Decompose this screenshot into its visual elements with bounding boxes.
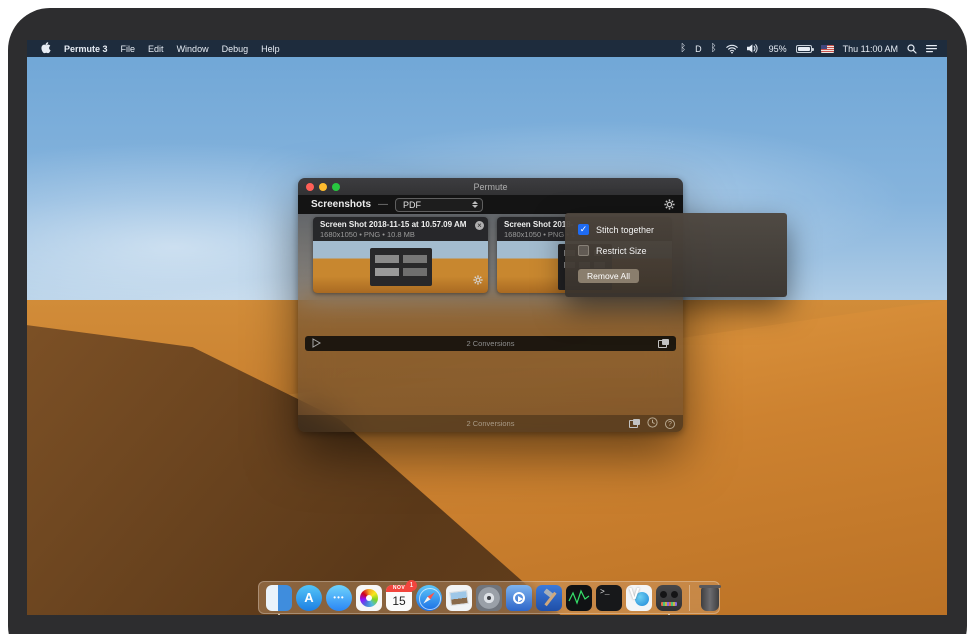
- dock-separator: [689, 585, 690, 611]
- dock-quicktime-icon[interactable]: [505, 584, 533, 612]
- file-thumbnail: [313, 241, 488, 293]
- window-title: Permute: [298, 182, 683, 192]
- preset-separator: —: [378, 199, 388, 210]
- calendar-day: 15: [386, 592, 412, 610]
- spotlight-icon[interactable]: [907, 44, 917, 54]
- popup-arrows-icon: [472, 201, 478, 208]
- restrict-size-option[interactable]: Restrict Size: [578, 245, 774, 256]
- file-card-1[interactable]: Screen Shot 2018-11-15 at 10.57.09 AM 16…: [313, 217, 488, 293]
- desktop: Permute 3 File Edit Window Debug Help ᛒ …: [27, 40, 947, 615]
- queue-count-label: 2 Conversions: [305, 339, 676, 348]
- bluetooth-icon[interactable]: ᛒ: [680, 44, 686, 54]
- bluetooth-icon-2[interactable]: ᛒ: [711, 44, 717, 54]
- window-titlebar[interactable]: Permute: [298, 178, 683, 195]
- dock-messages-icon[interactable]: •••: [325, 584, 353, 612]
- remove-all-button[interactable]: Remove All: [578, 269, 639, 283]
- preset-label: Screenshots: [311, 199, 371, 210]
- dock-safari-icon[interactable]: [415, 584, 443, 612]
- dock: A ••• NOV 15 1 >_: [258, 581, 720, 614]
- option-label: Restrict Size: [596, 246, 647, 256]
- apple-menu-icon[interactable]: [40, 41, 51, 56]
- dock-downie-icon[interactable]: V: [625, 584, 653, 612]
- window-statusbar: 2 Conversions ?: [298, 415, 683, 432]
- menu-file[interactable]: File: [121, 44, 136, 54]
- input-source-flag-icon[interactable]: [821, 45, 834, 53]
- remove-file-icon[interactable]: ×: [475, 221, 484, 230]
- settings-popover: ✓ Stitch together Restrict Size Remove A…: [565, 213, 787, 297]
- dock-calendar-icon[interactable]: NOV 15 1: [385, 584, 413, 612]
- option-label: Stitch together: [596, 225, 654, 235]
- dock-xcode-icon[interactable]: [535, 584, 563, 612]
- calendar-badge: 1: [406, 580, 417, 591]
- d-app-menu-icon[interactable]: D: [695, 44, 702, 54]
- dock-trash-icon[interactable]: [696, 584, 724, 612]
- stitch-icon[interactable]: [629, 419, 640, 428]
- format-popup-value: PDF: [403, 200, 421, 210]
- menu-window[interactable]: Window: [177, 44, 209, 54]
- dock-permute-icon[interactable]: [655, 584, 683, 612]
- file-meta: 1680x1050 • PNG • 10.8 MB: [320, 230, 472, 239]
- help-icon[interactable]: ?: [665, 419, 675, 429]
- dock-preview-icon[interactable]: [445, 584, 473, 612]
- file-title: Screen Shot 2018-11-15 at 10.57.09 AM: [320, 220, 472, 229]
- menubar-clock[interactable]: Thu 11:00 AM: [843, 44, 898, 54]
- active-app-menu[interactable]: Permute 3: [64, 44, 108, 54]
- menu-bar: Permute 3 File Edit Window Debug Help ᛒ …: [27, 40, 947, 57]
- notification-center-icon[interactable]: [926, 44, 937, 53]
- conversion-queue-bar: 2 Conversions: [305, 336, 676, 351]
- stitch-together-option[interactable]: ✓ Stitch together: [578, 224, 774, 235]
- format-popup-button[interactable]: PDF: [395, 198, 483, 212]
- window-toolbar: Screenshots — PDF: [298, 195, 683, 214]
- file-settings-gear-icon[interactable]: [473, 272, 483, 290]
- dock-activity-monitor-icon[interactable]: [565, 584, 593, 612]
- dock-app-store-icon[interactable]: A: [295, 584, 323, 612]
- dock-finder-icon[interactable]: [265, 584, 293, 612]
- menu-help[interactable]: Help: [261, 44, 280, 54]
- stitch-icon[interactable]: [658, 339, 669, 348]
- history-clock-icon[interactable]: [647, 415, 658, 433]
- volume-icon[interactable]: [747, 44, 760, 53]
- battery-percent: 95%: [769, 44, 787, 54]
- laptop-frame: Permute 3 File Edit Window Debug Help ᛒ …: [0, 0, 975, 634]
- checkbox-checked-icon[interactable]: ✓: [578, 224, 589, 235]
- statusbar-count-label: 2 Conversions: [298, 419, 683, 428]
- dock-photos-icon[interactable]: [355, 584, 383, 612]
- dock-terminal-icon[interactable]: >_: [595, 584, 623, 612]
- wifi-icon[interactable]: [726, 44, 738, 54]
- battery-icon[interactable]: [796, 45, 812, 53]
- menu-edit[interactable]: Edit: [148, 44, 164, 54]
- dock-system-preferences-icon[interactable]: [475, 584, 503, 612]
- checkbox-unchecked-icon[interactable]: [578, 245, 589, 256]
- settings-gear-button[interactable]: [664, 199, 675, 210]
- menu-debug[interactable]: Debug: [222, 44, 249, 54]
